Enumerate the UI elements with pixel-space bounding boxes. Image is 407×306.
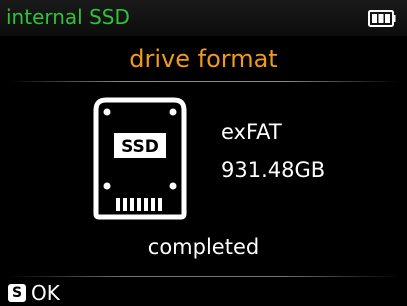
header-bar: internal SSD <box>0 0 407 36</box>
filesystem-value: exFAT <box>221 120 282 144</box>
ok-button[interactable]: OK <box>31 281 60 305</box>
page-title: drive format <box>129 45 278 73</box>
bottom-divider <box>8 276 399 277</box>
s-key-icon[interactable]: S <box>8 284 26 302</box>
ssd-icon-label: SSD <box>121 137 159 157</box>
battery-full-icon <box>368 10 396 27</box>
ssd-icon: SSD <box>93 97 187 220</box>
device-screen: internal SSD drive format SSD exFAT 931.… <box>0 0 407 306</box>
top-divider <box>8 81 399 82</box>
s-key-glyph: S <box>11 285 23 301</box>
capacity-value: 931.48GB <box>221 158 326 182</box>
storage-title: internal SSD <box>6 5 130 29</box>
status-message: completed <box>147 235 260 259</box>
